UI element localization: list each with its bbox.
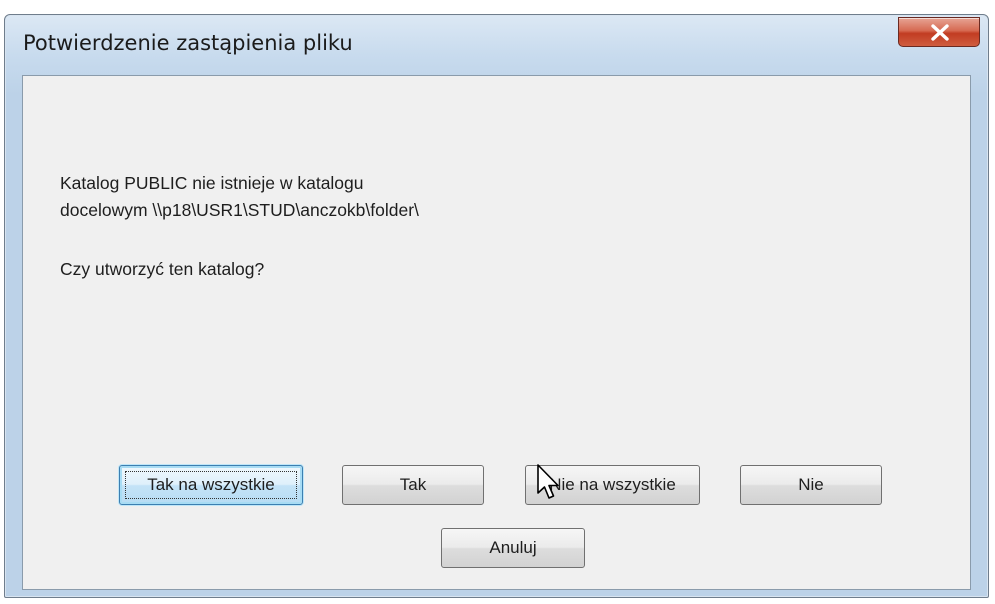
no-to-all-button[interactable]: Nie na wszystkie <box>525 465 700 505</box>
yes-label: Tak <box>399 475 427 494</box>
cancel-button[interactable]: Anuluj <box>441 528 585 568</box>
close-button[interactable] <box>898 17 980 47</box>
no-label: Nie <box>798 475 824 494</box>
title-bar[interactable]: Potwierdzenie zastąpienia pliku <box>5 15 988 73</box>
dialog-content: Katalog PUBLIC nie istnieje w katalogu d… <box>22 75 971 590</box>
cancel-label: Anuluj <box>489 538 537 557</box>
yes-button[interactable]: Tak <box>342 465 484 505</box>
question-text: Czy utworzyć ten katalog? <box>60 259 265 279</box>
message-line-1: Katalog PUBLIC nie istnieje w katalogu <box>60 173 364 193</box>
yes-to-all-label: Tak na wszystkie <box>147 475 275 494</box>
message-line-2: docelowym \\p18\USR1\STUD\anczokb\folder… <box>60 200 419 220</box>
no-to-all-label: Nie na wszystkie <box>549 475 676 494</box>
confirm-dialog-window: Potwierdzenie zastąpienia pliku Katalog … <box>4 14 989 598</box>
yes-to-all-button[interactable]: Tak na wszystkie <box>119 465 303 505</box>
no-button[interactable]: Nie <box>740 465 882 505</box>
close-x-icon <box>931 24 949 41</box>
dialog-title: Potwierdzenie zastąpienia pliku <box>23 31 353 55</box>
